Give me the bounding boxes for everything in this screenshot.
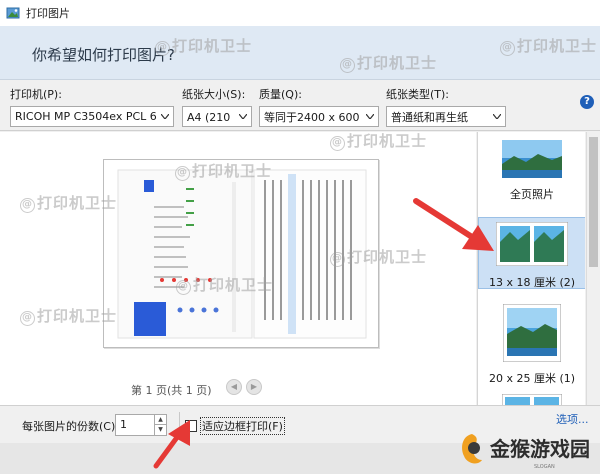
site-logo: 金猴游戏园 SLOGAN	[462, 434, 590, 470]
portrait-pair-thumbnail	[495, 221, 569, 267]
chevron-down-icon	[488, 107, 505, 126]
watermark: @ 打印机卫士	[330, 132, 428, 151]
paper-type-select[interactable]: 普通纸和再生纸	[386, 106, 506, 127]
increment-icon[interactable]: ▲	[154, 415, 166, 425]
layout-scrollbar[interactable]	[586, 132, 600, 405]
next-page-button[interactable]: ▶	[246, 379, 262, 395]
help-icon[interactable]: ?	[580, 95, 594, 109]
checkbox-box[interactable]	[185, 420, 197, 432]
options-link[interactable]: 选项...	[556, 411, 589, 427]
paper-type-label: 纸张类型(T):	[386, 88, 450, 101]
paper-type-value: 普通纸和再生纸	[391, 110, 468, 124]
quality-option: 质量(Q): 等同于2400 x 600 dpi	[259, 86, 379, 127]
header-question: 你希望如何打印图片?	[32, 46, 175, 64]
copies-value[interactable]: 1	[120, 418, 127, 431]
title-bar: 打印图片	[0, 0, 600, 26]
page-indicator: 第 1 页(共 1 页)	[131, 384, 212, 397]
watermark: @ 打印机卫士	[176, 276, 274, 295]
divider	[179, 412, 180, 438]
paper-size-option: 纸张大小(S): A4 (210 x 297 毫米)	[182, 86, 252, 127]
bottom-bar: 每张图片的份数(C): 1 ▲ ▼ 适应边框打印(F) 选项... 金猴游戏园 …	[0, 405, 600, 474]
layout-item-more[interactable]	[478, 393, 585, 405]
paper-size-select[interactable]: A4 (210 x 297 毫米)	[182, 106, 252, 127]
chevron-down-icon	[156, 107, 173, 126]
layout-label: 全页照片	[510, 188, 554, 201]
fit-to-frame-label[interactable]: 适应边框打印(F)	[200, 417, 285, 435]
watermark: @ 打印机卫士	[155, 37, 253, 56]
photo-thumbnail	[501, 393, 563, 405]
chevron-down-icon	[361, 107, 378, 126]
printer-select[interactable]: RICOH MP C3504ex PCL 6	[10, 106, 174, 127]
copies-stepper[interactable]: 1 ▲ ▼	[115, 414, 167, 436]
watermark: @ 打印机卫士	[20, 307, 118, 326]
printer-label: 打印机(P):	[10, 88, 62, 101]
watermark: @ 打印机卫士	[175, 162, 273, 181]
print-pictures-icon	[6, 7, 20, 19]
scrollbar-thumb[interactable]	[589, 137, 598, 267]
landscape-photo-thumbnail	[502, 140, 562, 178]
print-options-bar: 打印机(P): RICOH MP C3504ex PCL 6 纸张大小(S): …	[0, 81, 600, 131]
prev-page-button[interactable]: ◀	[226, 379, 242, 395]
decrement-icon[interactable]: ▼	[154, 425, 166, 435]
single-photo-thumbnail	[502, 303, 562, 363]
paper-size-label: 纸张大小(S):	[182, 88, 246, 101]
chevron-down-icon	[234, 107, 251, 126]
logo-text: 金猴游戏园	[489, 437, 590, 461]
printer-value: RICOH MP C3504ex PCL 6	[15, 110, 157, 123]
layout-item-20x25[interactable]: 20 x 25 厘米 (1)	[478, 303, 585, 385]
layout-label: 20 x 25 厘米 (1)	[488, 372, 576, 385]
watermark: @ 打印机卫士	[20, 194, 118, 213]
layout-label: 13 x 18 厘米 (2)	[488, 276, 576, 289]
fit-to-frame-checkbox[interactable]: 适应边框打印(F)	[185, 417, 285, 435]
window-title: 打印图片	[26, 7, 70, 20]
logo-sub: SLOGAN	[534, 464, 555, 470]
paper-type-option: 纸张类型(T): 普通纸和再生纸	[386, 86, 506, 127]
quality-select[interactable]: 等同于2400 x 600 dpi	[259, 106, 379, 127]
printer-option: 打印机(P): RICOH MP C3504ex PCL 6	[10, 86, 174, 127]
watermark: @ 打印机卫士	[340, 54, 438, 73]
layout-list: 全页照片 13 x 18 厘米 (2) 20 x 25 厘米 (1)	[477, 132, 585, 405]
watermark: @ 打印机卫士	[330, 248, 428, 267]
watermark: @ 打印机卫士	[500, 37, 598, 56]
layout-item-full-page[interactable]: 全页照片	[478, 140, 585, 214]
quality-label: 质量(Q):	[259, 88, 302, 101]
layout-item-13x18[interactable]: 13 x 18 厘米 (2)	[478, 217, 585, 289]
copies-label: 每张图片的份数(C):	[22, 420, 119, 433]
